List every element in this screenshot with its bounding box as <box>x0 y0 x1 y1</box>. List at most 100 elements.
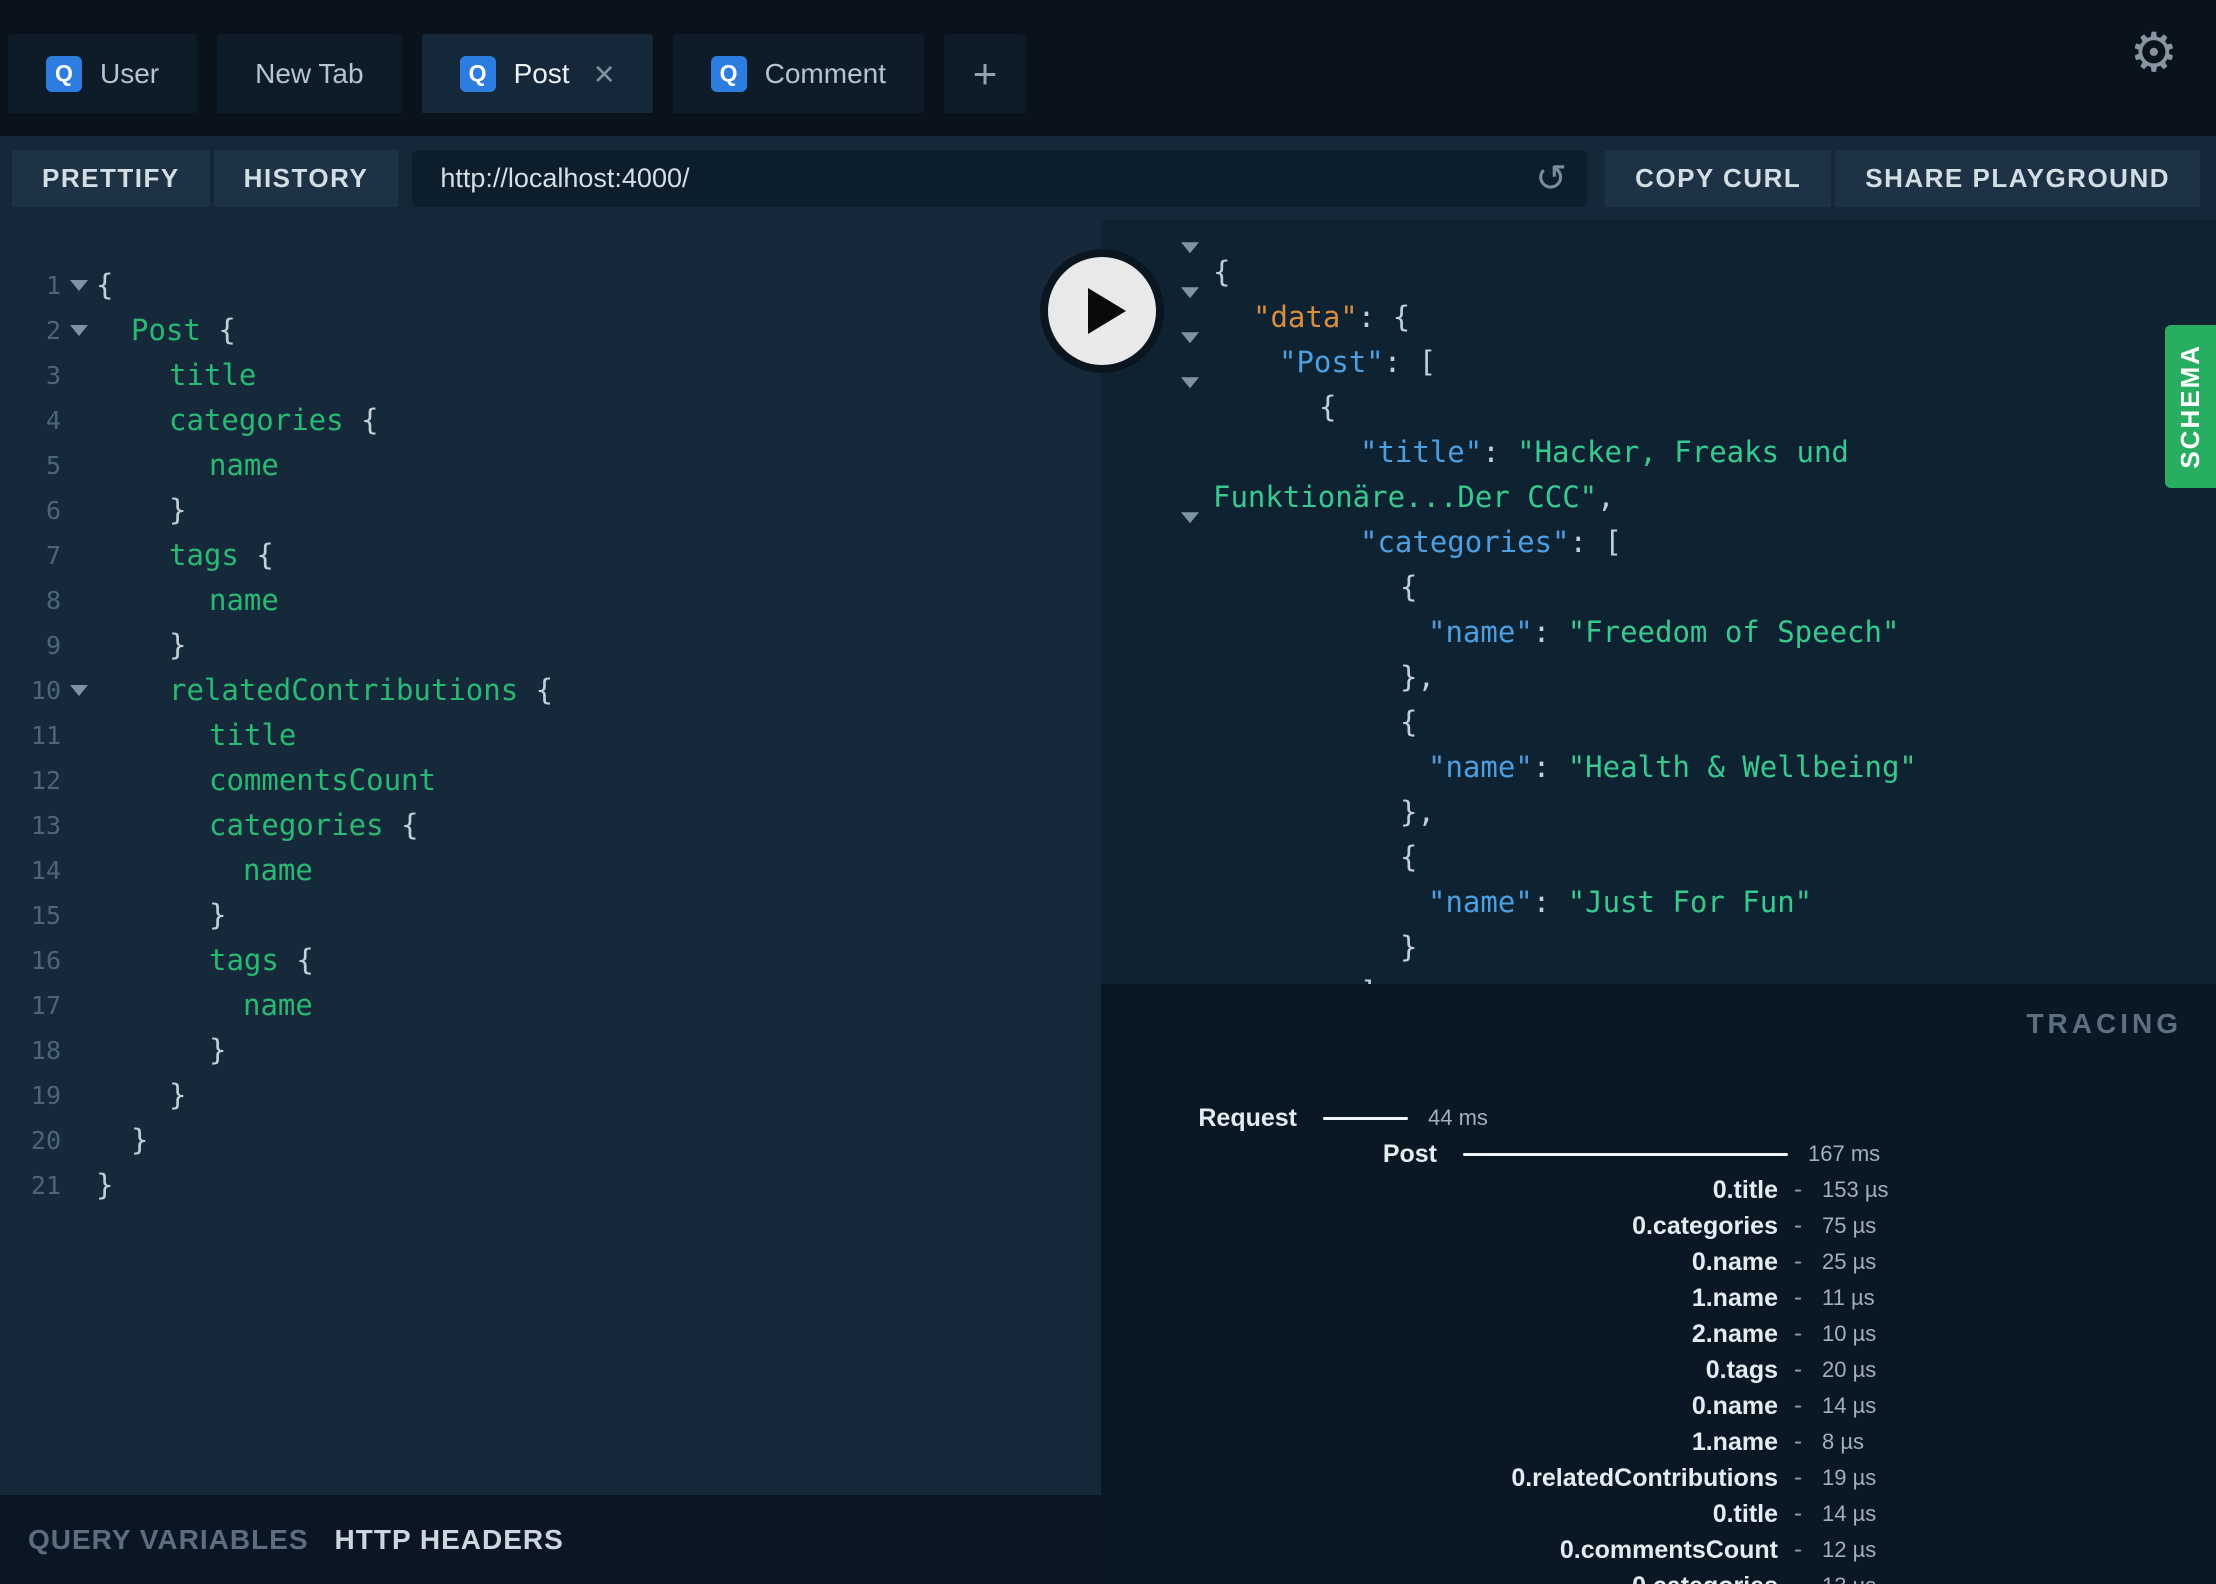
code-text: title <box>209 718 297 752</box>
code-text: name <box>209 583 279 617</box>
tracing-row: Post 167 ms <box>1101 1136 2216 1172</box>
tracing-time: 25 µs <box>1822 1249 1877 1274</box>
code-text: } <box>209 898 227 932</box>
query-badge-icon: Q <box>459 55 496 92</box>
code-text: } <box>169 493 187 527</box>
prettify-button[interactable]: PRETTIFY <box>12 149 210 207</box>
tracing-time: 13 µs <box>1822 1573 1876 1584</box>
code-text: "Post": [ <box>1279 345 1437 379</box>
code-text: }, <box>1400 660 1435 694</box>
editor-line: 2 Post { <box>0 308 1101 353</box>
editor-line: 7 tags { <box>0 533 1101 578</box>
settings-gear-icon[interactable]: ⚙ <box>2130 26 2178 80</box>
code-text: { <box>1400 840 1418 874</box>
share-playground-button[interactable]: SHARE PLAYGROUND <box>1835 149 2200 207</box>
code-text: } <box>209 1033 227 1067</box>
tab-user[interactable]: Q User <box>8 34 198 113</box>
query-badge-icon: Q <box>46 55 82 92</box>
copy-curl-button[interactable]: COPY CURL <box>1605 149 1832 207</box>
tracing-dash: - <box>1794 1248 1802 1275</box>
code-text: } <box>169 628 187 662</box>
tab-post[interactable]: Q Post × <box>421 34 653 113</box>
line-number: 16 <box>30 946 61 975</box>
schema-sidebar-tab[interactable]: SCHEMA <box>2165 325 2216 488</box>
tracing-time: 20 µs <box>1822 1357 1877 1382</box>
tracing-time: 167 ms <box>1808 1141 1881 1166</box>
code-text: "name": "Just For Fun" <box>1428 885 1813 919</box>
response-line: { <box>1101 565 2216 610</box>
code-text: title <box>169 358 257 392</box>
editor-line: 5 name <box>0 443 1101 488</box>
editor-line: 19} <box>0 1073 1101 1118</box>
close-tab-icon[interactable]: × <box>594 55 615 92</box>
tracing-row: 0.title -153 µs <box>1101 1172 2216 1208</box>
query-editor-pane[interactable]: 1{2 Post {3 title 4 categories {5 name 6} 7 tags… <box>0 220 1101 1584</box>
tracing-row: 0.name -14 µs <box>1101 1388 2216 1424</box>
tracing-resolver-label: 1.name <box>1691 1283 1778 1312</box>
fold-arrow-icon[interactable] <box>1181 511 1199 563</box>
tab-comment[interactable]: Q Comment <box>672 34 924 113</box>
editor-line: 21} <box>0 1163 1101 1208</box>
tracing-resolver-label: 2.name <box>1691 1319 1778 1348</box>
tracing-row: 1.name -11 µs <box>1101 1280 2216 1316</box>
line-number: 7 <box>45 541 61 570</box>
tracing-resolver-label: 0.commentsCount <box>1559 1535 1778 1564</box>
execute-query-button[interactable] <box>1040 249 1164 373</box>
line-number: 14 <box>30 856 61 885</box>
response-line: { <box>1101 376 2216 430</box>
http-headers-tab[interactable]: HTTP HEADERS <box>335 1524 564 1556</box>
tracing-row: 0.relatedContributions -19 µs <box>1101 1460 2216 1496</box>
code-text: commentsCount <box>209 763 436 797</box>
fold-arrow-icon[interactable] <box>1181 376 1199 428</box>
tab-new-tab[interactable]: New Tab <box>217 34 402 113</box>
tracing-dash: - <box>1794 1500 1802 1527</box>
endpoint-url-input[interactable] <box>412 149 1588 207</box>
new-tab-button[interactable]: + <box>944 34 1026 113</box>
tracing-row: 0.commentsCount -12 µs <box>1101 1532 2216 1568</box>
tracing-dash: - <box>1794 1284 1802 1311</box>
tracing-row: 0.categories - 13 µs <box>1101 1568 2216 1584</box>
fold-arrow-icon[interactable] <box>61 668 96 713</box>
response-line: }, <box>1101 655 2216 700</box>
editor-line: 15} <box>0 893 1101 938</box>
tracing-dash: - <box>1794 1572 1802 1584</box>
tracing-resolver-label: 0.name <box>1691 1391 1778 1420</box>
play-icon <box>1088 288 1126 334</box>
tab-label: New Tab <box>255 57 364 89</box>
editor-line: 20} <box>0 1118 1101 1163</box>
code-text: "name": "Freedom of Speech" <box>1428 615 1900 649</box>
code-text: "title": "Hacker, Freaks und <box>1360 435 1849 469</box>
tab-label: Comment <box>764 57 886 89</box>
editor-line: 16 tags { <box>0 938 1101 983</box>
code-text: Post { <box>131 313 236 347</box>
query-variables-tab[interactable]: QUERY VARIABLES <box>28 1524 309 1556</box>
tab-list: Q User New Tab Q Post × Q Comment + <box>0 0 2216 113</box>
tracing-time: 19 µs <box>1822 1465 1877 1490</box>
fold-arrow-icon[interactable] <box>61 263 96 308</box>
line-number: 9 <box>45 631 61 660</box>
fold-arrow-icon[interactable] <box>61 308 96 353</box>
response-line: "data": { <box>1101 286 2216 340</box>
line-number: 13 <box>30 811 61 840</box>
code-text: tags { <box>169 538 274 572</box>
tracing-resolver-label: 0.categories <box>1101 1572 1778 1584</box>
tracing-time: 44 ms <box>1428 1105 1488 1130</box>
tracing-time: 153 µs <box>1822 1177 1889 1202</box>
response-line: { <box>1101 835 2216 880</box>
line-number: 3 <box>45 361 61 390</box>
reload-icon[interactable]: ↺ <box>1535 159 1567 197</box>
tracing-resolver-label: 1.name <box>1691 1427 1778 1456</box>
code-text: categories { <box>169 403 379 437</box>
editor-line: 17 name <box>0 983 1101 1028</box>
history-button[interactable]: HISTORY <box>213 149 399 207</box>
tracing-resolver-label: 0.title <box>1712 1175 1778 1204</box>
tracing-dash: - <box>1794 1356 1802 1383</box>
